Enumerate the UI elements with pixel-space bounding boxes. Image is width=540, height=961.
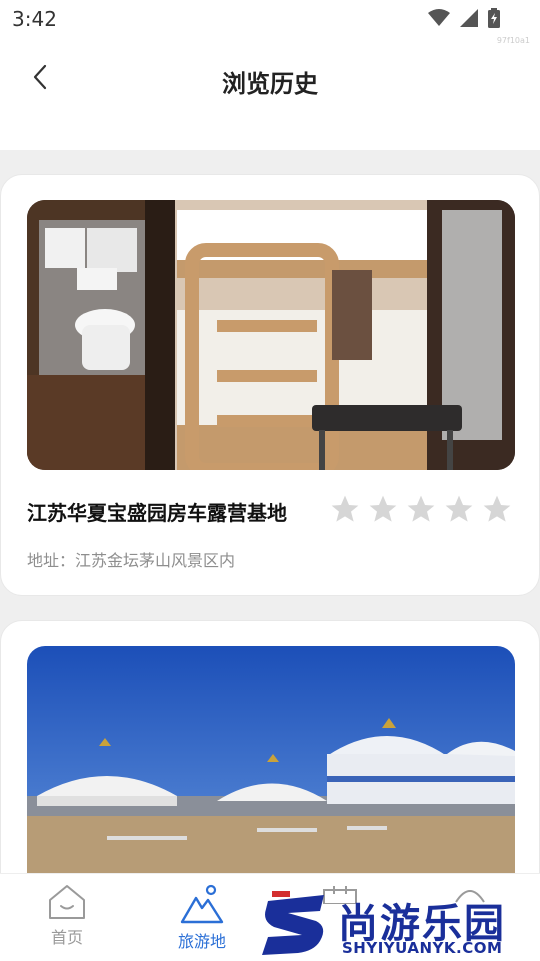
card-image[interactable]: [27, 646, 515, 873]
star-icon: [445, 495, 473, 522]
star-icon: [407, 495, 435, 522]
brand-logo-icon: [262, 891, 324, 955]
status-icons: [428, 8, 500, 28]
page-header: 浏览历史: [0, 40, 540, 114]
home-icon: [49, 885, 85, 919]
nav-item-home[interactable]: 首页: [27, 884, 107, 948]
status-bar: 3:42: [0, 0, 540, 36]
brand-watermark: 尚游乐园 SHYIYUANYK.COM: [258, 887, 540, 960]
card-address: 地址：江苏金坛茅山风景区内: [27, 551, 236, 570]
status-time: 3:42: [12, 7, 57, 31]
nav-label-travel: 旅游地: [177, 932, 226, 951]
star-rating: [329, 493, 513, 525]
card-title: 江苏华夏宝盛园房车露营基地: [27, 501, 287, 525]
signal-icon: [460, 9, 478, 27]
rv-interior-photo: [27, 200, 515, 470]
history-card[interactable]: 江苏华夏宝盛园房车露营基地 地址：江苏金坛茅山风景区内: [0, 174, 540, 596]
mountain-location-icon: [180, 884, 224, 924]
wifi-icon: [428, 9, 450, 26]
star-icon: [331, 495, 359, 522]
battery-icon: [488, 8, 500, 28]
nav-item-travel[interactable]: 旅游地: [162, 884, 242, 952]
star-icon: [369, 495, 397, 522]
history-card[interactable]: [0, 620, 540, 873]
brand-url: SHYIYUANYK.COM: [342, 939, 503, 957]
yurt-camp-photo: [27, 646, 515, 873]
star-icon: [483, 495, 511, 522]
card-image[interactable]: [27, 200, 515, 470]
page-title: 浏览历史: [222, 70, 318, 98]
nav-label-home: 首页: [50, 928, 83, 947]
history-list[interactable]: 江苏华夏宝盛园房车露营基地 地址：江苏金坛茅山风景区内: [0, 150, 540, 873]
